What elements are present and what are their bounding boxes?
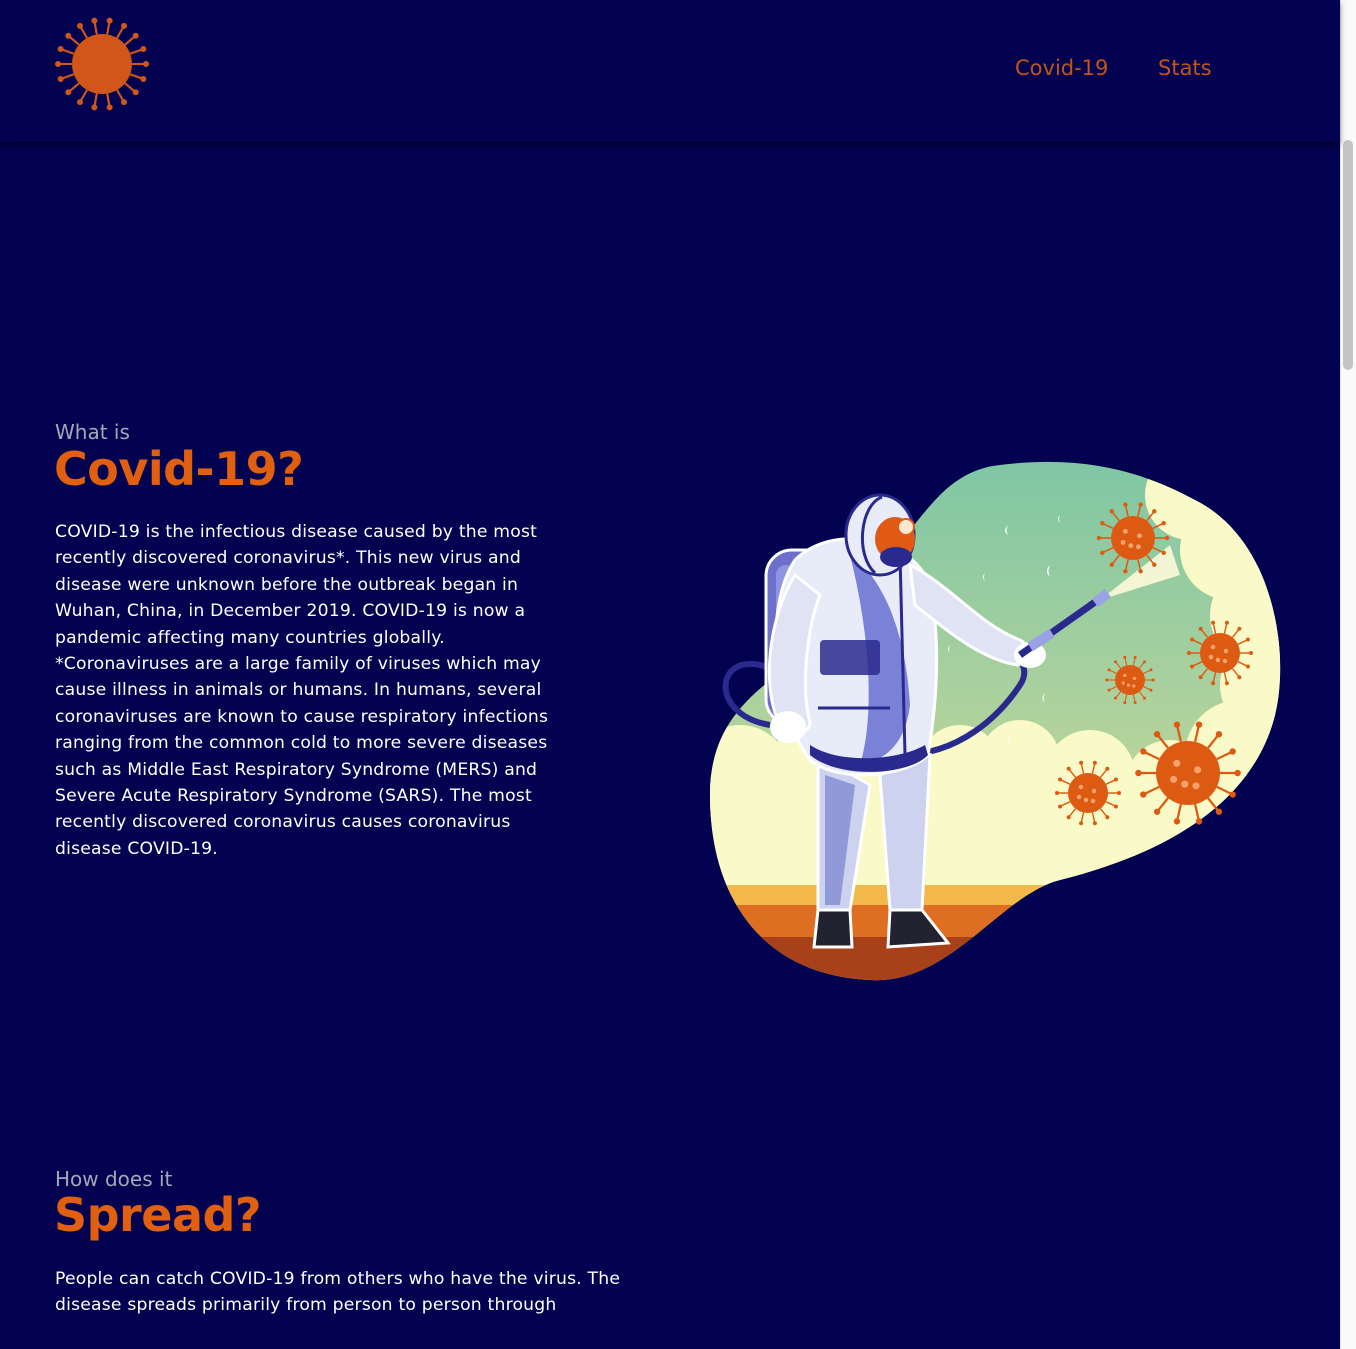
section-kicker-what-is: What is [55, 420, 130, 444]
nav-link-stats[interactable]: Stats [1158, 56, 1212, 80]
section-title-covid-19: Covid-19? [54, 442, 304, 496]
section-body-how-does-it: People can catch COVID-19 from others wh… [55, 1269, 621, 1316]
nav-link-covid-19[interactable]: Covid-19 [1015, 56, 1108, 80]
section-title-spread: Spread? [54, 1188, 262, 1242]
disinfection-worker-illustration [710, 461, 1281, 981]
coronavirus-logo-icon[interactable] [52, 14, 152, 114]
section-body-what-is: COVID-19 is the infectious disease cause… [55, 522, 549, 859]
scrollbar-thumb[interactable] [1343, 140, 1353, 370]
page: Covid-19 Stats What is Covid-19? COVID-1… [0, 0, 1340, 1349]
navbar: Covid-19 Stats [0, 0, 1340, 142]
